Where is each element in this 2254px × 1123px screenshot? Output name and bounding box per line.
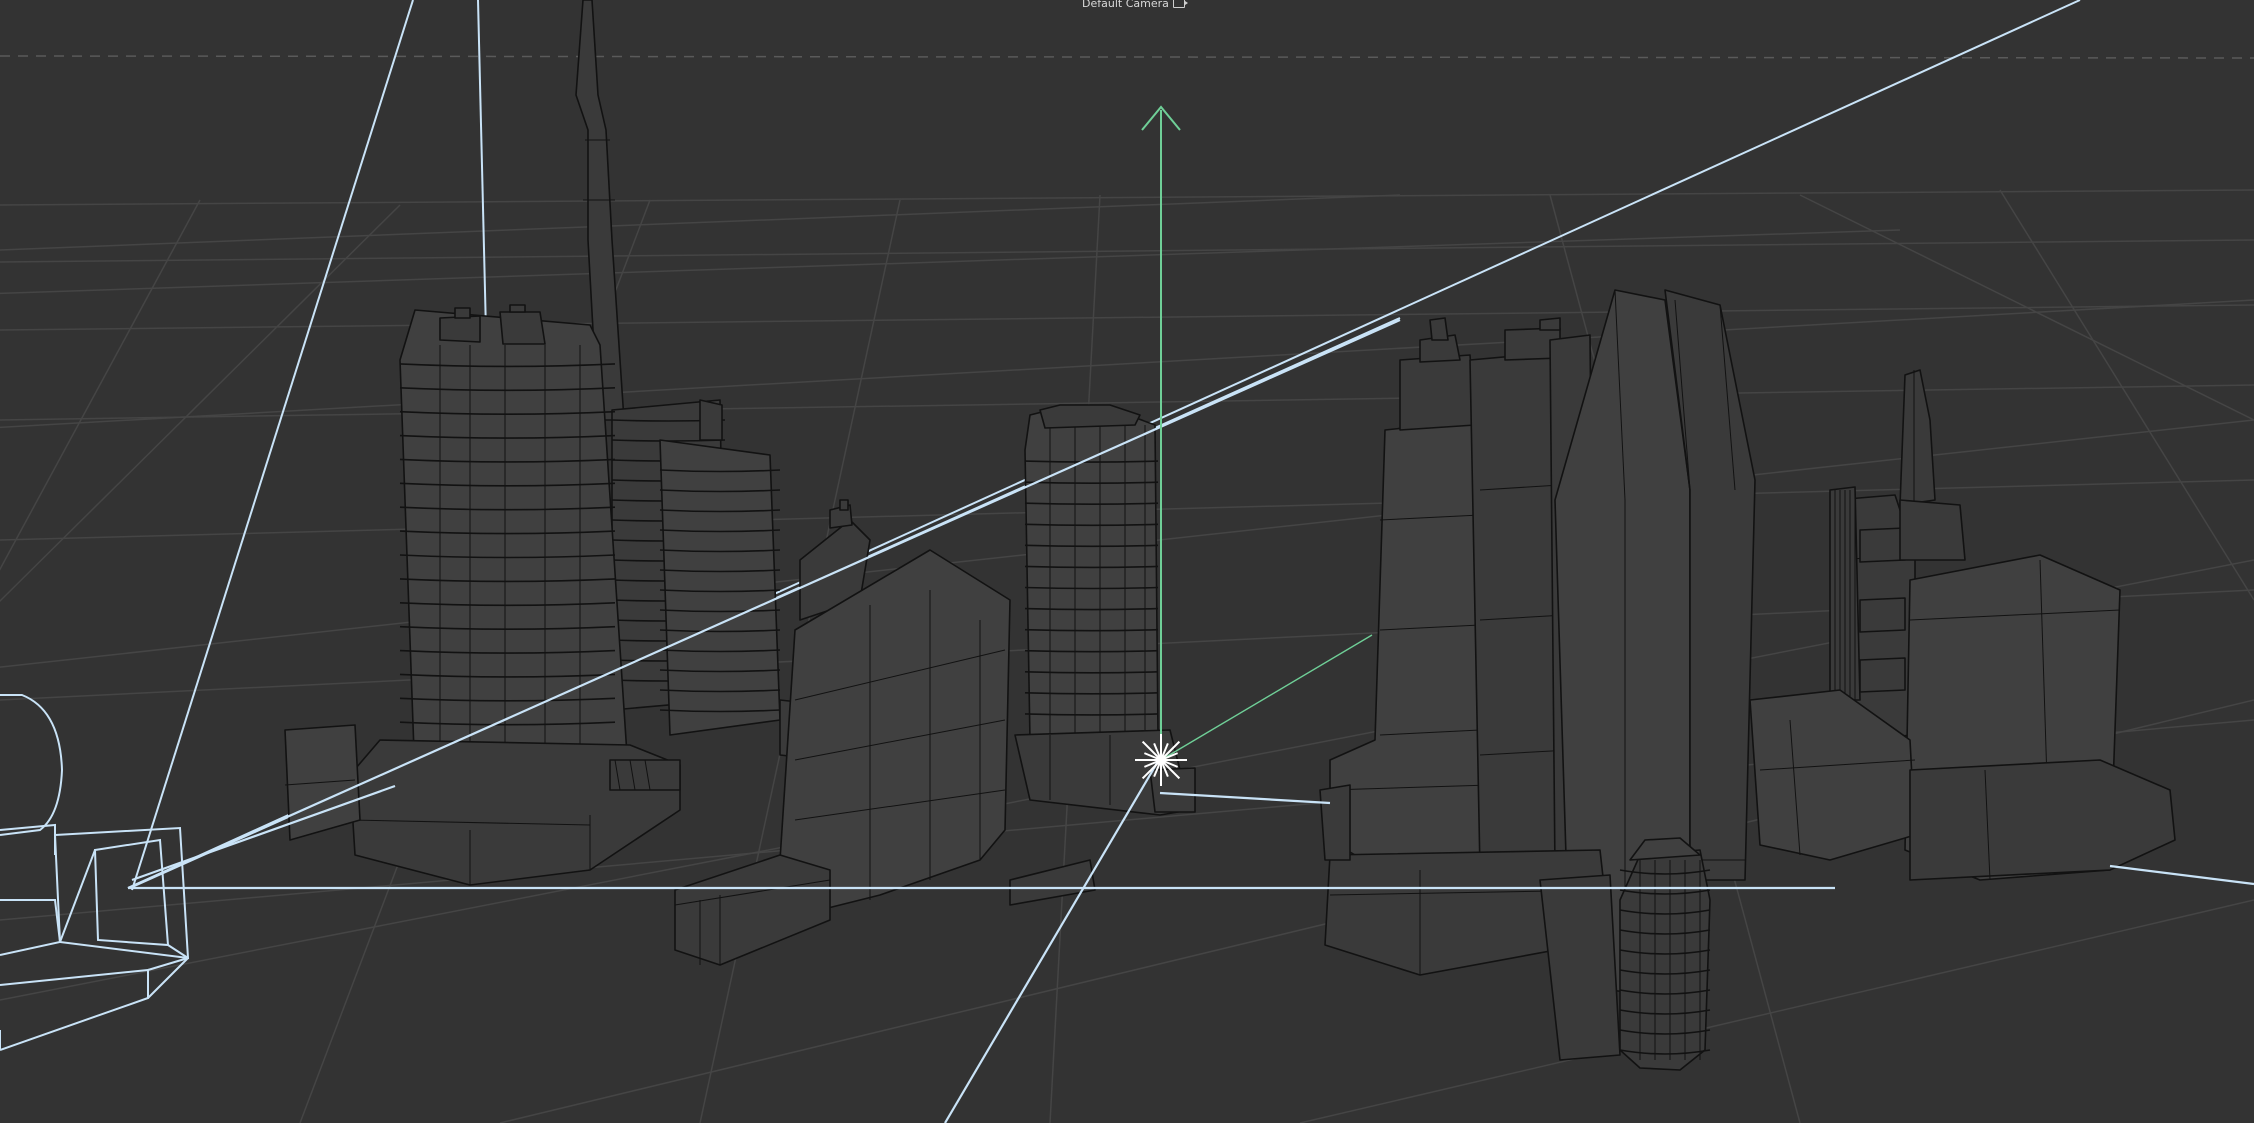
z-axis-line [1160, 634, 1373, 761]
3d-viewport[interactable]: Default Camera [0, 0, 2254, 1123]
tower-left [399, 309, 629, 791]
cylinder-tower [1619, 849, 1711, 1071]
city-buildings[interactable] [284, 0, 2176, 1071]
light-gizmo-icon[interactable] [1135, 105, 1373, 786]
horizon-line [0, 55, 2254, 59]
warehouse-left [674, 854, 831, 966]
podium-right [1909, 759, 2176, 881]
tower-center [1024, 409, 1159, 741]
camera-icon[interactable] [1172, 0, 1188, 8]
camera-label[interactable]: Default Camera [1082, 0, 1188, 10]
camera-label-text: Default Camera [1082, 0, 1169, 10]
scene-canvas[interactable] [0, 0, 2254, 1123]
